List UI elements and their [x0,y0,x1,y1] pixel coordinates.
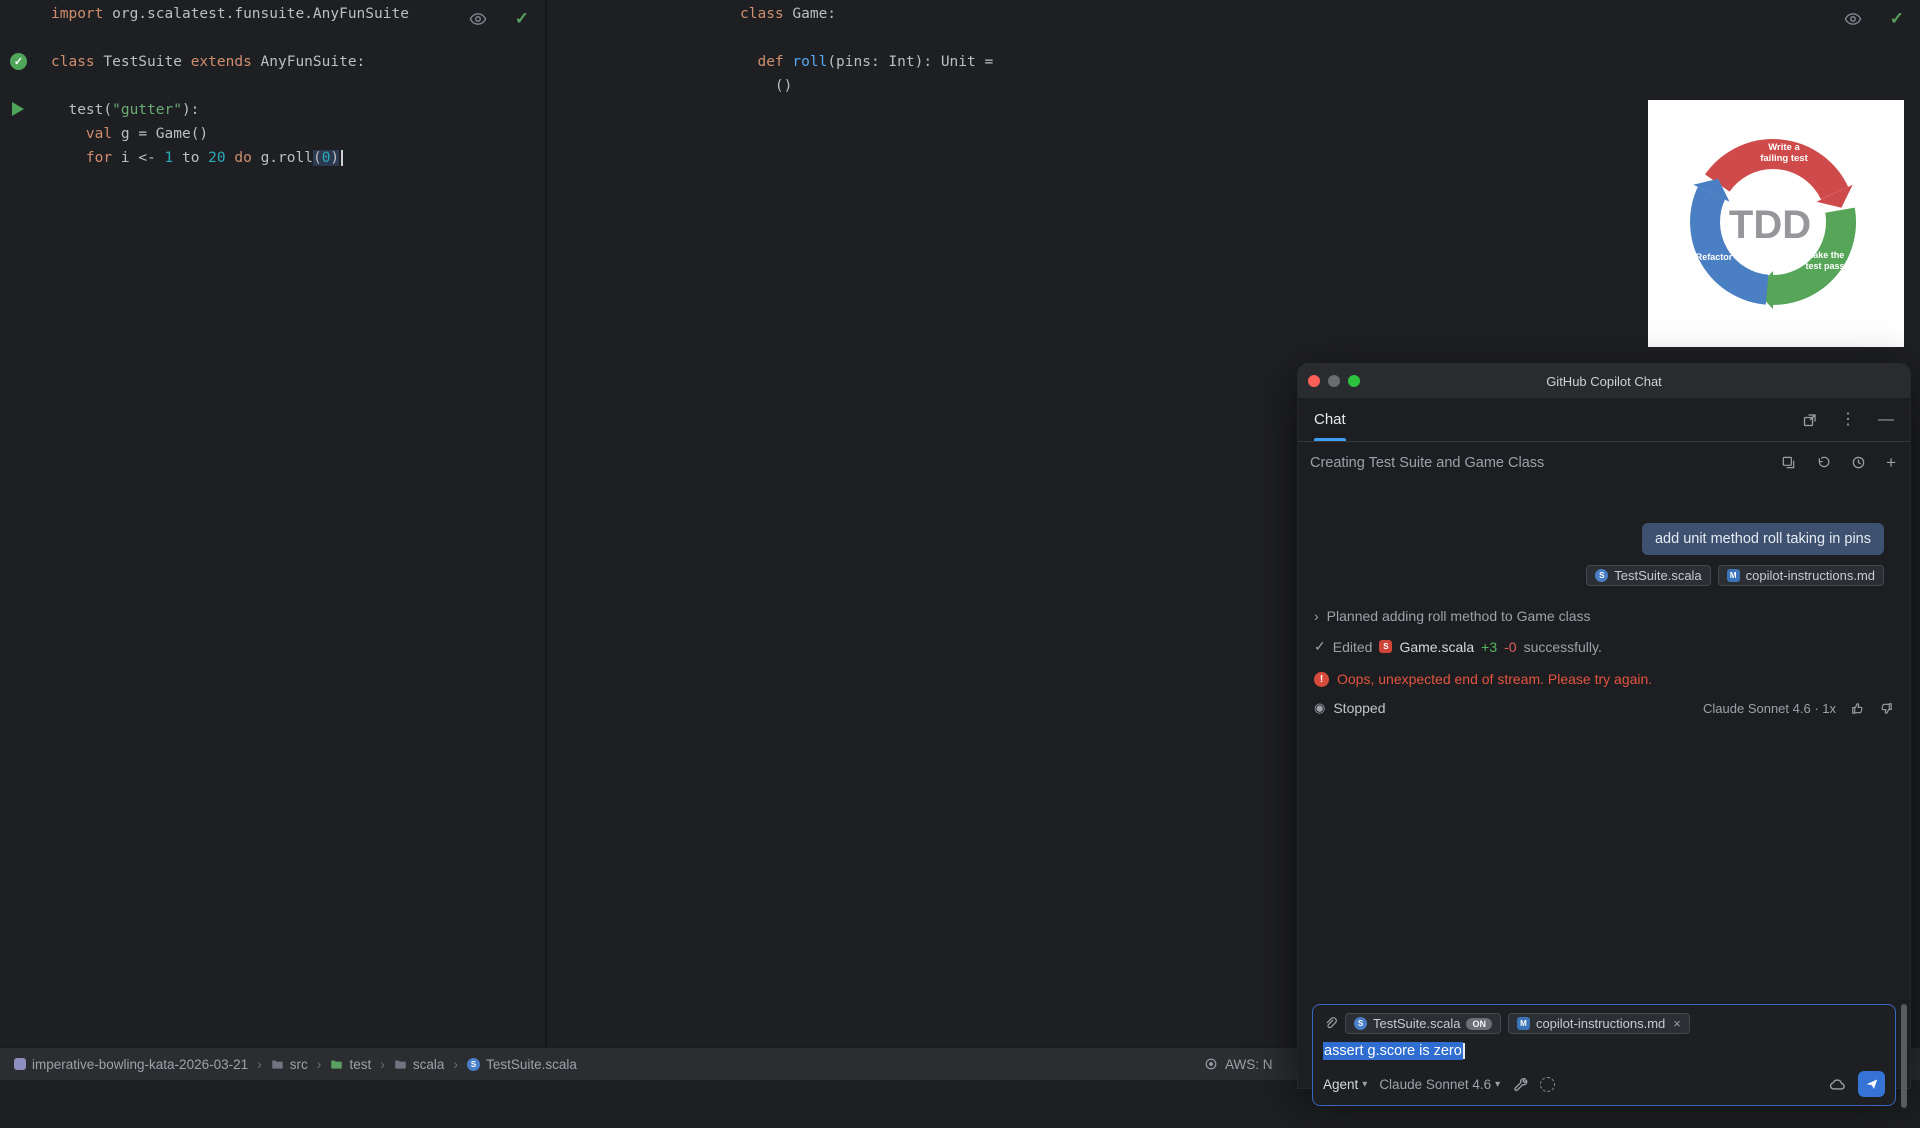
scala-file-icon: S [1595,569,1608,582]
context-usage-icon[interactable] [1540,1077,1555,1092]
message-file-chip-instructions[interactable]: M copilot-instructions.md [1718,565,1884,586]
send-button[interactable] [1858,1071,1885,1097]
input-attachment-chip-testsuite[interactable]: S TestSuite.scala ON [1345,1013,1501,1034]
code-game[interactable]: class Game: def roll(pins: Int): Unit = … [547,2,1920,98]
open-in-editor-icon[interactable] [1802,412,1818,428]
remove-attachment-icon[interactable]: × [1673,1016,1681,1031]
chat-message-list: add unit method roll taking in pins S Te… [1298,523,1910,1128]
new-chat-plus-icon[interactable]: + [1886,454,1896,471]
undo-icon[interactable] [1816,455,1831,470]
prompt-input-field[interactable]: assert g.score is zero [1323,1043,1885,1059]
chat-titlebar[interactable]: GitHub Copilot Chat [1298,364,1910,398]
check-icon: ✓ [1314,638,1326,655]
inspection-widget-left: ✓ [469,9,529,29]
stopped-record-icon: ◉ [1314,700,1325,716]
thread-title: Creating Test Suite and Game Class [1310,455,1544,471]
chevron-right-icon: › [380,1056,385,1072]
no-problems-check-icon[interactable]: ✓ [1890,9,1904,29]
aws-status-widget[interactable]: AWS: N [1204,1057,1273,1072]
edit-verb: Edited [1333,639,1373,655]
input-attachment-chip-instructions[interactable]: M copilot-instructions.md × [1508,1013,1690,1034]
attachments-stack-icon[interactable] [1781,455,1796,470]
diff-removed: -0 [1504,639,1516,655]
stopped-label: Stopped [1333,700,1385,716]
code-testsuite[interactable]: import org.scalatest.funsuite.AnyFunSuit… [0,2,545,170]
chevron-right-icon: › [1314,608,1319,624]
tdd-label-red-1: Write a [1768,142,1800,153]
tdd-label-blue: Refactor [1696,252,1733,262]
no-problems-check-icon[interactable]: ✓ [515,9,529,29]
paperclip-icon[interactable] [1323,1016,1338,1031]
edited-file-link[interactable]: Game.scala [1399,639,1474,655]
chevron-right-icon: › [317,1056,322,1072]
message-file-chip-testsuite[interactable]: S TestSuite.scala [1586,565,1710,586]
scala-file-icon: S [467,1058,480,1071]
status-row: ◉ Stopped Claude Sonnet 4.6 · 1x [1314,700,1894,716]
tab-chat[interactable]: Chat [1314,398,1346,441]
chat-tab-bar: Chat ⋮ — [1298,398,1910,442]
model-usage-label: Claude Sonnet 4.6 · 1x [1703,701,1836,716]
more-options-icon[interactable]: ⋮ [1840,412,1856,428]
editor-pane-testsuite[interactable]: ✓ import org.scalatest.funsuite.AnyFunSu… [0,0,545,1047]
error-message-row: ! Oops, unexpected end of stream. Please… [1314,671,1910,687]
breadcrumb-file[interactable]: S TestSuite.scala [467,1057,577,1072]
eye-icon[interactable] [469,10,487,28]
edit-suffix: successfully. [1524,639,1602,655]
inspection-widget-right: ✓ [1844,9,1904,29]
folder-icon [271,1058,284,1071]
breadcrumb-scala[interactable]: scala [394,1057,445,1072]
scala-file-icon: S [1354,1017,1367,1030]
eye-icon[interactable] [1844,10,1862,28]
edit-result-row: ✓ Edited S Game.scala +3 -0 successfully… [1314,638,1910,655]
thread-header: Creating Test Suite and Game Class + [1298,442,1910,483]
tdd-cycle-image: Write a failing test Make the test pass … [1648,100,1904,347]
user-message-bubble: add unit method roll taking in pins [1642,523,1884,555]
error-icon: ! [1314,672,1329,687]
copilot-chat-window: GitHub Copilot Chat Chat ⋮ — Creating Te… [1298,364,1910,1088]
tdd-label-green-2: test pass [1805,261,1844,271]
attachment-on-toggle[interactable]: ON [1466,1018,1492,1030]
project-icon [14,1058,26,1070]
breadcrumb-project[interactable]: imperative-bowling-kata-2026-03-21 [14,1057,248,1072]
text-caret [1463,1043,1465,1059]
chat-scrollbar[interactable] [1901,1004,1907,1108]
breadcrumb-test[interactable]: test [330,1057,371,1072]
chevron-right-icon: › [257,1056,262,1072]
folder-icon [394,1058,407,1071]
close-window-button[interactable] [1308,375,1320,387]
breadcrumb-src[interactable]: src [271,1057,308,1072]
cloud-sync-icon[interactable] [1829,1076,1846,1093]
thumbs-down-icon[interactable] [1879,701,1894,716]
plan-step-label: Planned adding roll method to Game class [1327,608,1591,624]
aws-status-icon [1204,1057,1218,1071]
agent-mode-dropdown[interactable]: Agent ▾ [1323,1077,1367,1092]
error-text: Oops, unexpected end of stream. Please t… [1337,671,1652,687]
chevron-down-icon: ▾ [1362,1079,1367,1090]
markdown-file-icon: M [1727,569,1740,582]
diff-added: +3 [1481,639,1497,655]
hide-panel-icon[interactable]: — [1878,412,1894,428]
chat-input-box[interactable]: S TestSuite.scala ON M copilot-instructi… [1312,1004,1896,1106]
tdd-label-red-2: failing test [1760,153,1808,164]
zoom-window-button[interactable] [1348,375,1360,387]
tdd-label-green-1: Make the [1806,250,1845,260]
aws-status-label: AWS: N [1225,1057,1273,1072]
scala-file-icon: S [1379,640,1392,653]
plan-step-toggle[interactable]: › Planned adding roll method to Game cla… [1314,608,1910,624]
thumbs-up-icon[interactable] [1850,701,1865,716]
folder-test-icon [330,1058,343,1071]
minimize-window-button[interactable] [1328,375,1340,387]
chevron-down-icon: ▾ [1495,1079,1500,1090]
tools-icon[interactable] [1512,1076,1528,1092]
window-title: GitHub Copilot Chat [1298,374,1910,389]
selected-prompt-text: assert g.score is zero [1323,1042,1463,1060]
tdd-title: TDD [1729,203,1811,247]
chevron-right-icon: › [453,1056,458,1072]
markdown-file-icon: M [1517,1017,1530,1030]
model-dropdown[interactable]: Claude Sonnet 4.6 ▾ [1379,1077,1500,1092]
history-clock-icon[interactable] [1851,455,1866,470]
